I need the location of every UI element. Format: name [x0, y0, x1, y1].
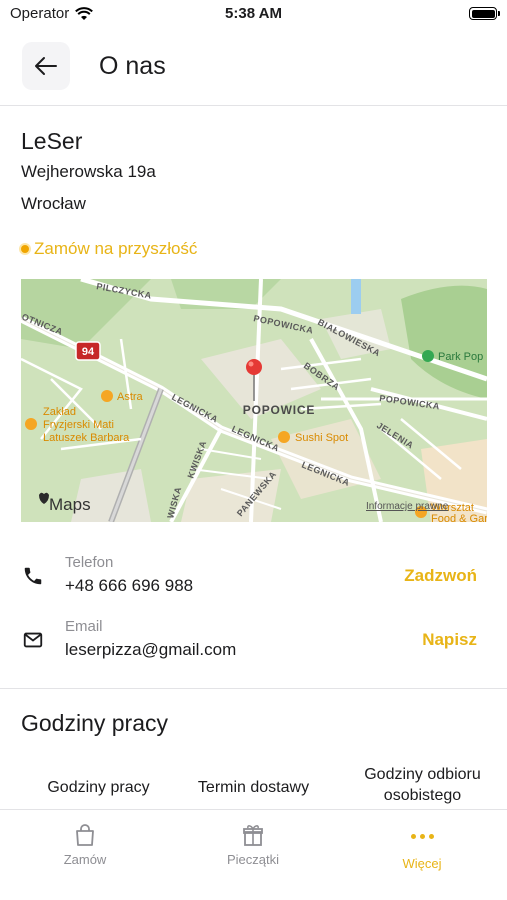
call-button[interactable]: Zadzwoń — [404, 566, 477, 586]
order-future-label: Zamów na przyszłość — [34, 239, 198, 258]
contact-row-email: Email leserpizza@gmail.com Napisz — [0, 613, 507, 673]
nav-item-order[interactable]: Zamów — [30, 822, 140, 867]
map-poi-label: Sushi Spot — [295, 432, 348, 444]
map-legal-link[interactable]: Informacje prawne — [366, 501, 449, 512]
map-canvas: 94 PILCZYCKA POPOWICKA BIAŁOWIESKA BOBRZ… — [21, 279, 487, 522]
nav-label: Zamów — [63, 852, 107, 867]
shopping-bag-icon — [76, 824, 94, 846]
write-email-button[interactable]: Napisz — [422, 630, 477, 650]
more-dots-icon — [410, 833, 434, 839]
status-time: 5:38 AM — [225, 5, 282, 22]
tab-pickup-hours[interactable]: Godziny odbioru osobistego — [338, 764, 507, 808]
map-view[interactable]: 94 PILCZYCKA POPOWICKA BIAŁOWIESKA BOBRZ… — [21, 279, 487, 522]
map-poi-label: Food & Garde — [431, 513, 487, 522]
status-bar: Operator 5:38 AM — [0, 0, 507, 28]
email-label: Email — [65, 618, 103, 635]
hours-tabs: Godziny pracy Termin dostawy Godziny odb… — [21, 764, 507, 812]
arrow-left-icon — [35, 57, 57, 75]
nav-item-stamps[interactable]: Pieczątki — [198, 822, 308, 867]
map-poi-label: Park Pop — [438, 351, 483, 363]
map-poi-label: Latuszek Barbara — [43, 432, 130, 444]
page-title: O nas — [99, 52, 166, 80]
map-poi-label: Fryzjerski Mati — [43, 419, 114, 431]
divider — [0, 688, 507, 689]
mail-icon — [23, 632, 43, 648]
order-future-link[interactable]: Zamów na przyszłość — [21, 239, 197, 259]
bottom-nav: Zamów Pieczątki Więcej — [0, 809, 507, 900]
phone-label: Telefon — [65, 554, 114, 571]
tab-delivery-time[interactable]: Termin dostawy — [181, 776, 326, 800]
header: O nas — [0, 40, 507, 106]
phone-icon — [24, 567, 42, 585]
nav-item-more[interactable]: Więcej — [367, 822, 477, 871]
map-district-label: POPOWICE — [243, 403, 315, 417]
nav-label: Więcej — [402, 856, 442, 871]
hours-section-title: Godziny pracy — [21, 710, 169, 736]
nav-label: Pieczątki — [226, 852, 280, 867]
battery-icon — [469, 7, 500, 20]
phone-value: +48 666 696 988 — [65, 576, 194, 595]
back-button[interactable] — [22, 42, 70, 90]
email-value: leserpizza@gmail.com — [65, 640, 237, 659]
gift-icon — [243, 825, 263, 846]
map-poi-label: Astra — [117, 391, 144, 403]
map-route-badge: 94 — [82, 346, 95, 358]
address-city: Wrocław — [21, 194, 86, 213]
map-poi-label: Zakład — [43, 406, 76, 418]
tab-working-hours[interactable]: Godziny pracy — [21, 776, 176, 800]
contact-row-phone: Telefon +48 666 696 988 Zadzwoń — [0, 549, 507, 609]
map-brand-label: Maps — [49, 495, 91, 514]
address-street: Wejherowska 19a — [21, 162, 156, 181]
status-dot-icon — [21, 245, 29, 253]
restaurant-name: LeSer — [21, 128, 83, 154]
